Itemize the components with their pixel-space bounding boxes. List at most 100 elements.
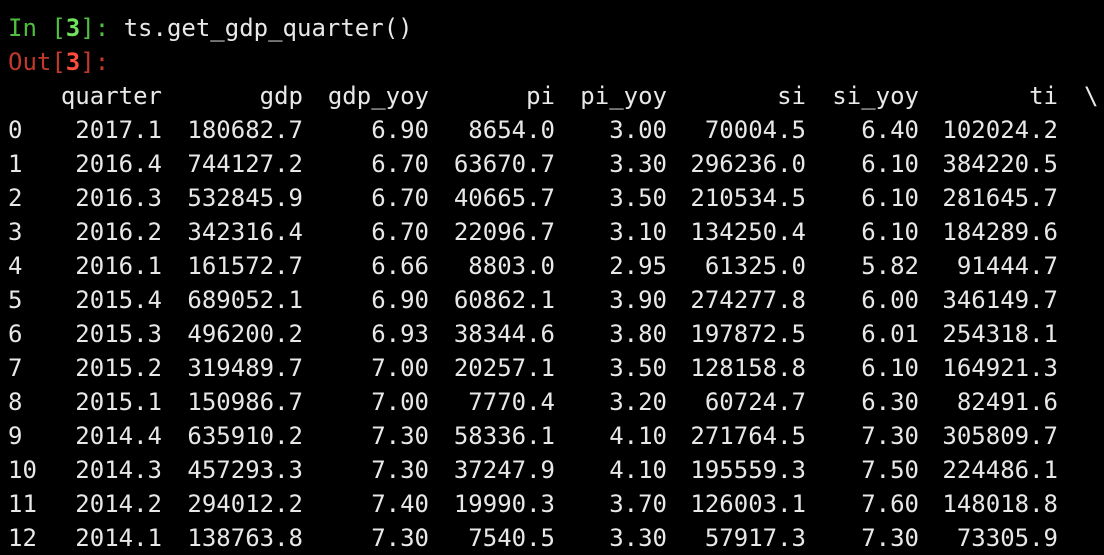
table-cell: 224486.1 (942, 456, 1058, 484)
table-cell: 7.30 (861, 524, 919, 552)
table-cell: 271764.5 (690, 422, 806, 450)
table-cell: 2014.2 (75, 490, 162, 518)
table-row: 6 2015.3 496200.2 6.93 38344.6 3.80 197872.5 6.… (8, 317, 1104, 351)
row-index: 6 (8, 320, 23, 348)
table-cell: 2.95 (609, 252, 667, 280)
table-cell: 2017.1 (75, 116, 162, 144)
table-cell: 2014.3 (75, 456, 162, 484)
table-cell: 38344.6 (453, 320, 555, 348)
table-row: 3 2016.2 342316.4 6.70 22096.7 3.10 134250.4 6.… (8, 215, 1104, 249)
table-header: quarter gdp gdp_yoy pi pi_yoy si si_yoy ti \ (8, 79, 1104, 113)
table-cell: 197872.5 (690, 320, 806, 348)
table-cell: 60862.1 (453, 286, 555, 314)
row-index: 4 (8, 252, 23, 280)
table-cell: 281645.7 (942, 184, 1058, 212)
table-cell: 70004.5 (704, 116, 806, 144)
table-cell: 6.66 (371, 252, 429, 280)
table-cell: 7.30 (371, 456, 429, 484)
table-cell: 210534.5 (690, 184, 806, 212)
table-cell: 73305.9 (956, 524, 1058, 552)
table-cell: 3.30 (609, 524, 667, 552)
table-cell: 40665.7 (453, 184, 555, 212)
table-cell: 63670.7 (453, 150, 555, 178)
table-cell: 180682.7 (187, 116, 303, 144)
table-cell: 305809.7 (942, 422, 1058, 450)
table-cell: 3.30 (609, 150, 667, 178)
table-row: 1 2016.4 744127.2 6.70 63670.7 3.30 296236.0 6.… (8, 147, 1104, 181)
table-cell: 6.70 (371, 184, 429, 212)
table-row: 11 2014.2 294012.2 7.40 19990.3 3.70 126003.1 7… (8, 487, 1104, 521)
row-index: 12 (8, 524, 37, 552)
column-header-gdp-yoy: gdp_yoy (327, 82, 429, 110)
table-cell: 82491.6 (956, 388, 1058, 416)
row-index: 5 (8, 286, 23, 314)
table-cell: 254318.1 (942, 320, 1058, 348)
table-cell: 689052.1 (187, 286, 303, 314)
table-cell: 346149.7 (942, 286, 1058, 314)
table-row: 4 2016.1 161572.7 6.66 8803.0 2.95 61325.0 5.82… (8, 249, 1104, 283)
table-cell: 150986.7 (187, 388, 303, 416)
table-cell: 7.30 (371, 524, 429, 552)
table-row: 2 2016.3 532845.9 6.70 40665.7 3.50 210534.5 6.… (8, 181, 1104, 215)
table-cell: 58336.1 (453, 422, 555, 450)
table-cell: 3.10 (609, 218, 667, 246)
column-header-si: si (777, 82, 806, 110)
table-cell: 274277.8 (690, 286, 806, 314)
column-header-gdp: gdp (259, 82, 303, 110)
table-cell: 2016.1 (75, 252, 162, 280)
table-cell: 164921.3 (942, 354, 1058, 382)
table-cell: 294012.2 (187, 490, 303, 518)
table-cell: 126003.1 (690, 490, 806, 518)
table-cell: 384220.5 (942, 150, 1058, 178)
table-cell: 7.30 (371, 422, 429, 450)
table-cell: 102024.2 (942, 116, 1058, 144)
table-cell: 4.10 (609, 422, 667, 450)
table-cell: 7540.5 (468, 524, 555, 552)
table-cell: 3.80 (609, 320, 667, 348)
table-cell: 161572.7 (187, 252, 303, 280)
table-cell: 457293.3 (187, 456, 303, 484)
table-cell: 496200.2 (187, 320, 303, 348)
table-row: 7 2015.2 319489.7 7.00 20257.1 3.50 128158.8 6.… (8, 351, 1104, 385)
column-header-ti: ti (1029, 82, 1058, 110)
table-cell: 6.10 (861, 218, 919, 246)
table-cell: 3.90 (609, 286, 667, 314)
row-index: 3 (8, 218, 23, 246)
output-prompt: Out[3]: (8, 48, 110, 76)
table-cell: 2014.4 (75, 422, 162, 450)
table-cell: 2014.1 (75, 524, 162, 552)
input-prompt-number: 3 (65, 14, 81, 42)
table-cell: 3.50 (609, 184, 667, 212)
column-header-pi-yoy: pi_yoy (580, 82, 667, 110)
row-index: 11 (8, 490, 37, 518)
row-index: 8 (8, 388, 23, 416)
table-cell: 134250.4 (690, 218, 806, 246)
table-cell: 3.50 (609, 354, 667, 382)
table-cell: 744127.2 (187, 150, 303, 178)
table-cell: 7.40 (371, 490, 429, 518)
table-cell: 2016.4 (75, 150, 162, 178)
command-text: ts.get_gdp_quarter() (123, 14, 413, 42)
output-prompt-number: 3 (65, 48, 81, 76)
table-cell: 7.00 (371, 388, 429, 416)
table-row: 5 2015.4 689052.1 6.90 60862.1 3.90 274277.8 6.… (8, 283, 1104, 317)
row-index: 1 (8, 150, 23, 178)
row-index: 9 (8, 422, 23, 450)
table-cell: 195559.3 (690, 456, 806, 484)
table-cell: 7.50 (861, 456, 919, 484)
table-cell: 6.30 (861, 388, 919, 416)
table-cell: 2015.3 (75, 320, 162, 348)
row-index: 0 (8, 116, 23, 144)
terminal-output: In [3]: ts.get_gdp_quarter() Out[3]: qua… (8, 11, 1104, 555)
output-line: Out[3]: (8, 45, 1104, 79)
table-cell: 184289.6 (942, 218, 1058, 246)
table-cell: 2015.1 (75, 388, 162, 416)
table-cell: 6.90 (371, 286, 429, 314)
table-cell: 8803.0 (468, 252, 555, 280)
table-cell: 61325.0 (704, 252, 806, 280)
table-cell: 128158.8 (690, 354, 806, 382)
table-cell: 5.82 (861, 252, 919, 280)
table-cell: 22096.7 (453, 218, 555, 246)
table-cell: 319489.7 (187, 354, 303, 382)
table-body: 0 2017.1 180682.7 6.90 8654.0 3.00 70004.5 6.40… (8, 113, 1104, 555)
